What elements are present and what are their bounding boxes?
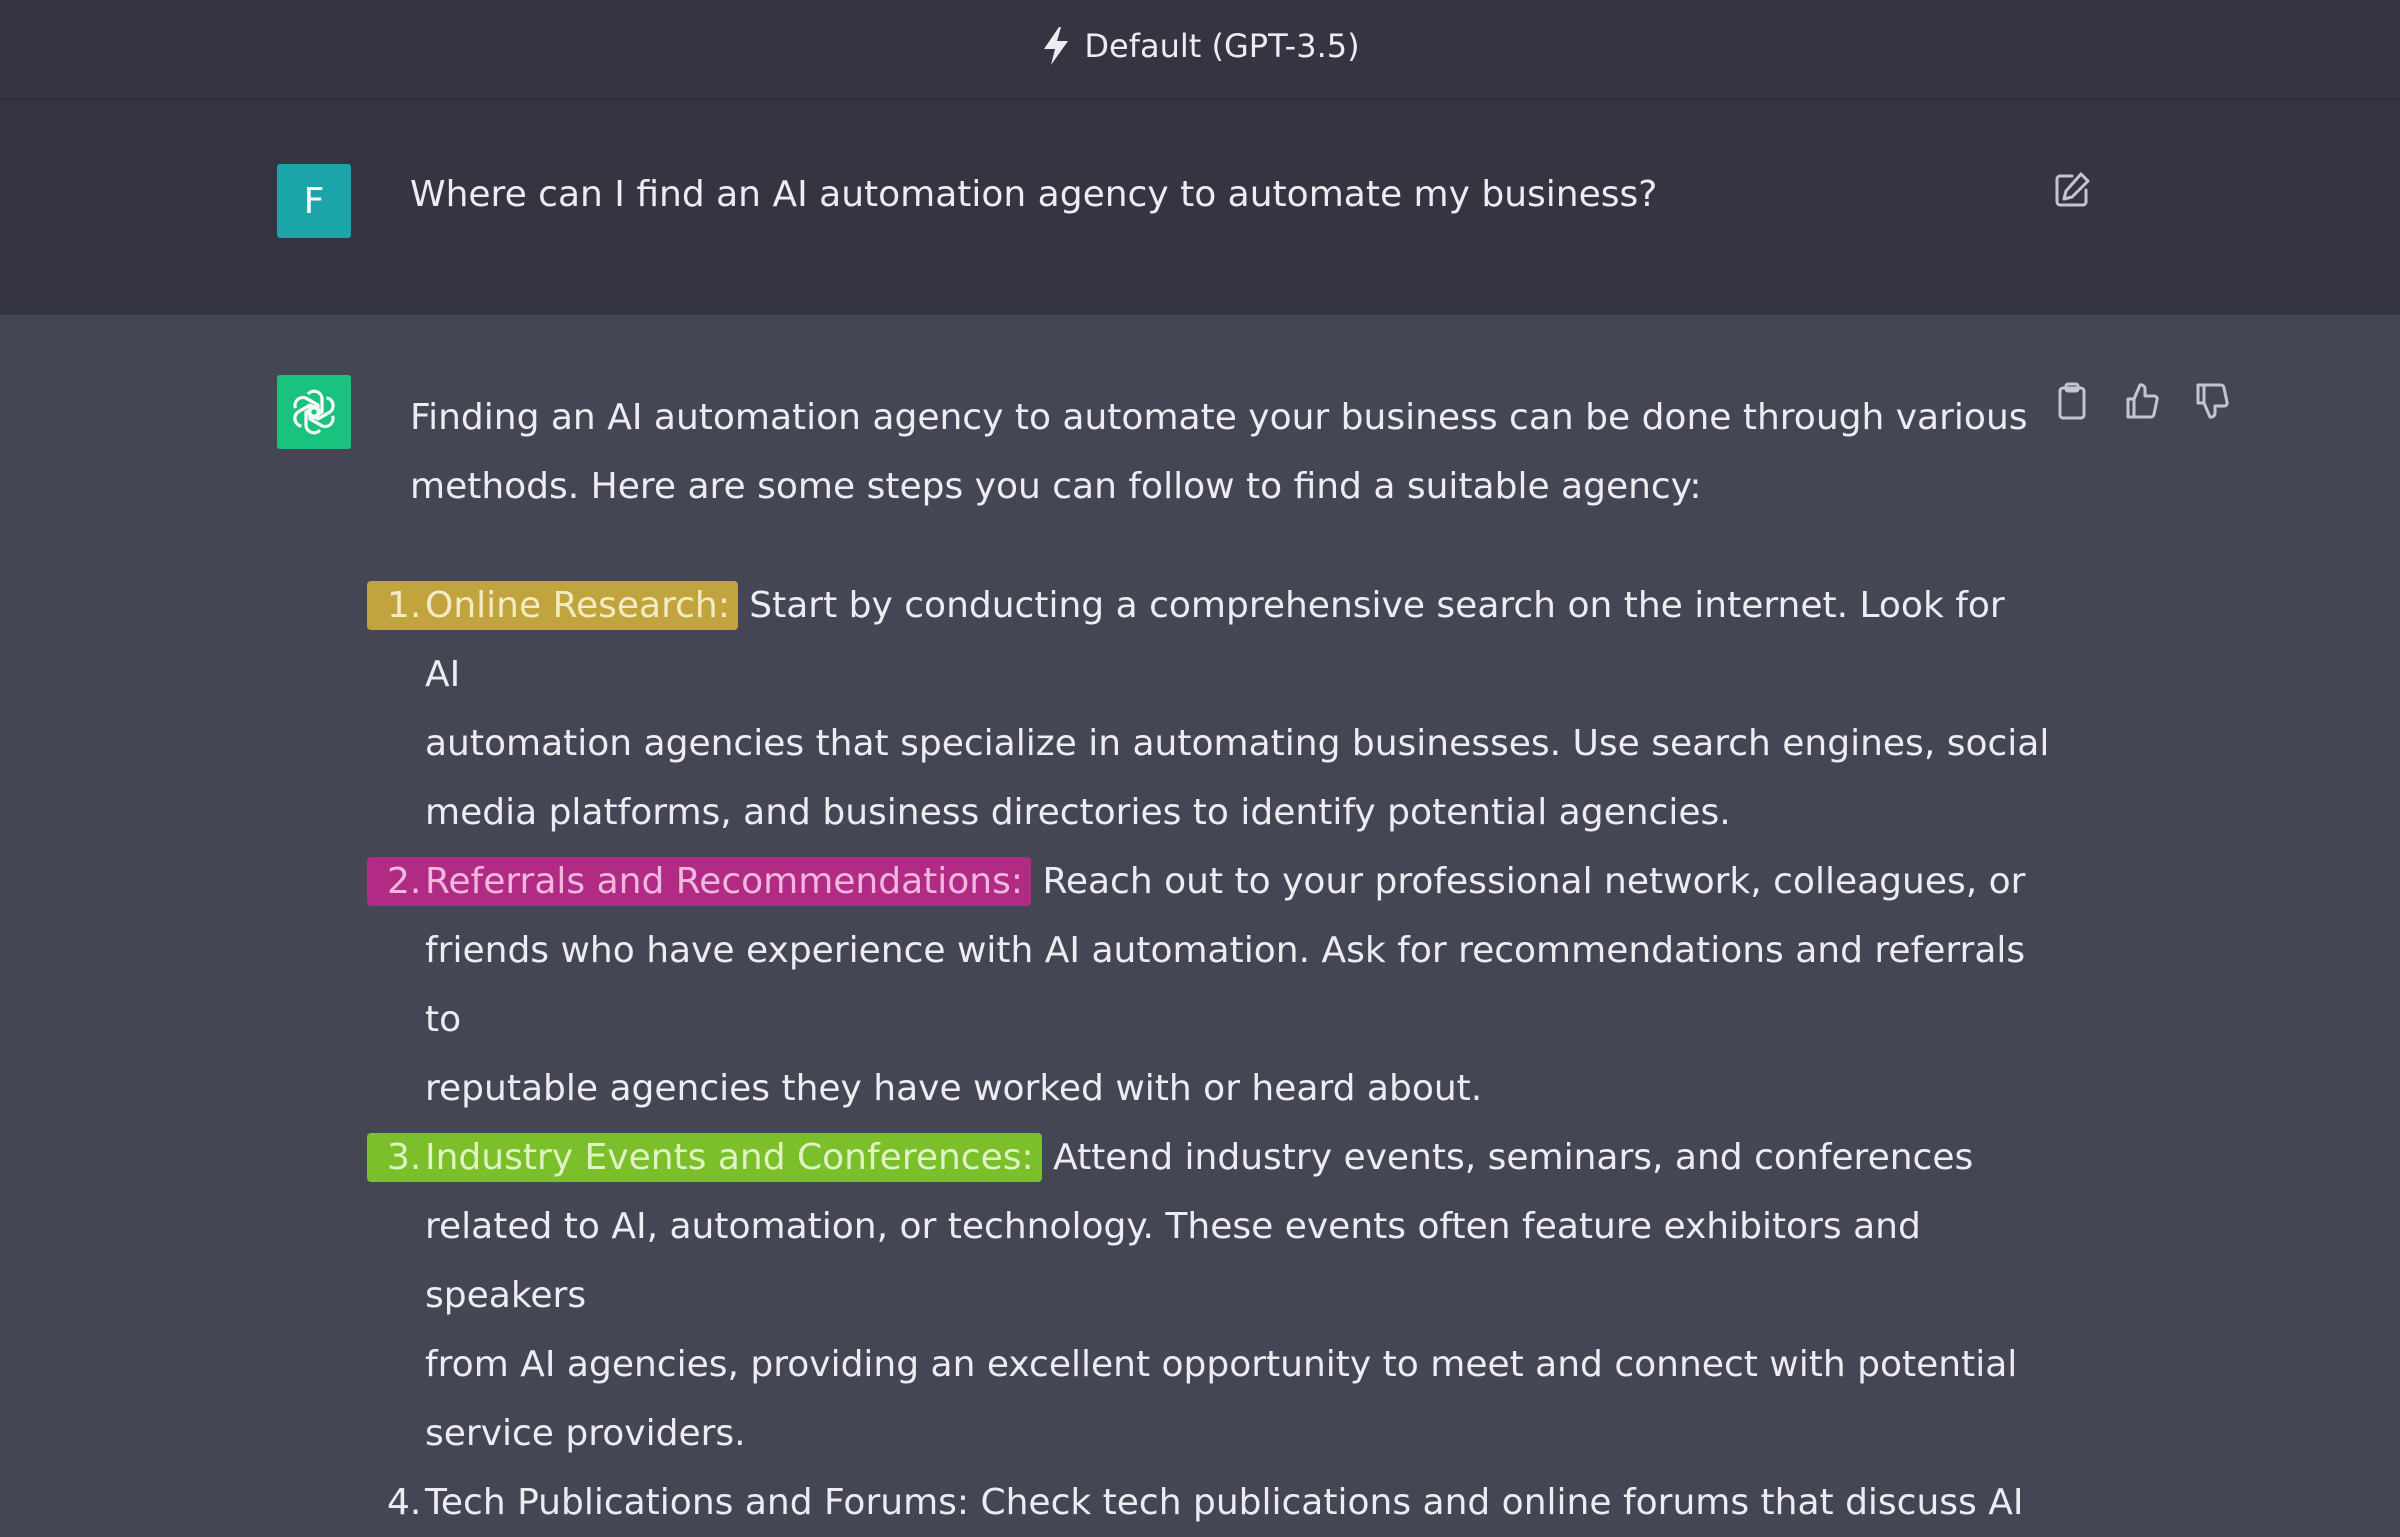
step-title: Industry Events and Conferences:: [425, 1137, 1034, 1178]
list-item: 3. Industry Events and Conferences: Atten…: [367, 1123, 2050, 1468]
step-title: Referrals and Recommendations:: [425, 861, 1023, 902]
step-number: 3.: [387, 1137, 422, 1178]
clipboard-icon[interactable]: [2052, 381, 2092, 421]
lightning-bolt-icon: [1040, 26, 1072, 66]
user-message-text: Where can I find an AI automation agency…: [410, 174, 1658, 215]
model-label[interactable]: Default (GPT-3.5): [1084, 27, 1359, 65]
openai-logo-icon: [277, 375, 351, 449]
step-text: Attend industry events, seminars, and co…: [1041, 1137, 1974, 1178]
step-first-line: 1. Online Research: Start by conducting a…: [367, 571, 2050, 709]
step-line: related to AI, automation, or technology…: [425, 1206, 1921, 1316]
step-line: automation agencies that specialize in a…: [425, 723, 2050, 764]
intro-line: Finding an AI automation agency to autom…: [410, 397, 2028, 438]
assistant-message-row: Finding an AI automation agency to autom…: [0, 315, 2400, 1523]
step-number: 2.: [387, 861, 422, 902]
step-title: Online Research:: [425, 585, 730, 626]
step-first-line: 2. Referrals and Recommendations: Reach o…: [367, 847, 2050, 916]
step-line: reputable agencies they have worked with…: [425, 1068, 1483, 1109]
step-title: Tech Publications and Forums:: [425, 1482, 970, 1523]
list-item: 2. Referrals and Recommendations: Reach o…: [367, 847, 2050, 1123]
step-first-line: 3. Industry Events and Conferences: Atten…: [367, 1123, 2050, 1192]
assistant-response: Finding an AI automation agency to autom…: [367, 383, 2050, 1537]
user-avatar-letter: F: [303, 180, 325, 222]
step-line: from AI agencies, providing an excellent…: [425, 1344, 2018, 1385]
highlighted-title: 3. Industry Events and Conferences:: [367, 1133, 1042, 1182]
step-number: 4.: [387, 1482, 422, 1523]
step-line: media platforms, and business directorie…: [425, 792, 1731, 833]
edit-icon[interactable]: [2052, 170, 2092, 210]
step-text: Reach out to your professional network, …: [1031, 861, 2026, 902]
user-avatar: F: [277, 164, 351, 238]
highlighted-title: 2. Referrals and Recommendations:: [367, 857, 1031, 906]
list-item: 4. Tech Publications and Forums: Check te…: [387, 1468, 2050, 1537]
user-message-row: F Where can I find an AI automation agen…: [0, 100, 2400, 315]
model-header: Default (GPT-3.5): [0, 0, 2400, 100]
thumbs-down-icon[interactable]: [2192, 381, 2232, 421]
step-text: Check tech publications and online forum…: [969, 1482, 2024, 1523]
step-number: 1.: [387, 585, 422, 626]
steps-list: 1. Online Research: Start by conducting a…: [367, 571, 2050, 1537]
intro-line: methods. Here are some steps you can fol…: [410, 466, 1702, 507]
list-item: 1. Online Research: Start by conducting a…: [367, 571, 2050, 847]
response-intro: Finding an AI automation agency to autom…: [410, 383, 2050, 521]
thumbs-up-icon[interactable]: [2122, 381, 2162, 421]
step-line: service providers.: [425, 1413, 746, 1454]
step-line: friends who have experience with AI auto…: [425, 930, 2026, 1040]
highlighted-title: 1. Online Research:: [367, 581, 738, 630]
step-first-line: 4. Tech Publications and Forums: Check te…: [387, 1468, 2050, 1537]
